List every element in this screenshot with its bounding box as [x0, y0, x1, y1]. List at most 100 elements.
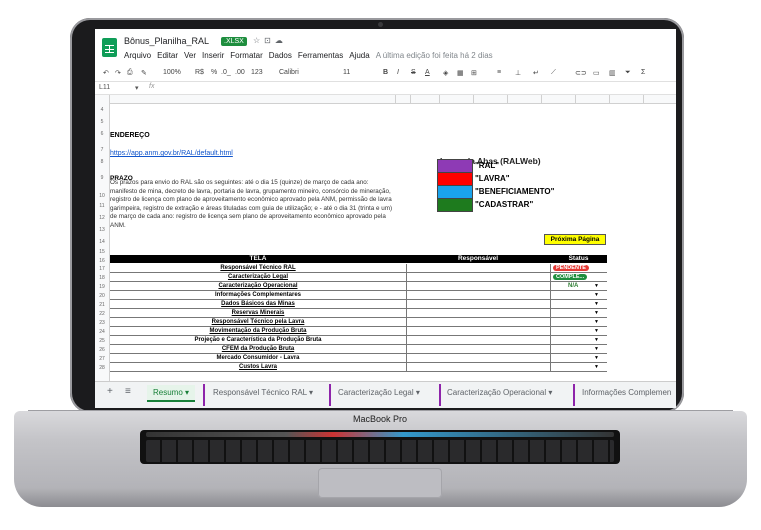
name-box-dropdown-icon[interactable]: ▾ — [135, 84, 139, 92]
comment-icon[interactable]: ▭ — [593, 69, 600, 77]
cloud-icon[interactable]: ☁ — [275, 36, 287, 45]
row-number[interactable]: 7 — [95, 147, 109, 153]
menu-dados[interactable]: Dados — [269, 51, 292, 60]
row-number[interactable]: 12 — [95, 215, 109, 221]
zoom-select[interactable]: 100% — [163, 69, 181, 76]
status-chip-completo[interactable]: COMPLE... — [553, 274, 588, 280]
ral-url-link[interactable]: https://app.anm.gov.br/RAL/default.html — [110, 150, 233, 157]
tab-caracterizacao-operacional[interactable]: Caracterização Operacional ▾ — [447, 388, 552, 397]
tela-link[interactable]: Custos Lavra — [110, 363, 406, 371]
tela-link[interactable]: Movimentação da Produção Bruta — [110, 327, 406, 335]
merge-icon[interactable]: ⊞ — [471, 69, 477, 77]
row-number[interactable]: 19 — [95, 284, 109, 290]
link-icon[interactable]: ⊂⊃ — [575, 69, 587, 77]
row-number[interactable]: 9 — [95, 175, 109, 181]
font-select[interactable]: Calibri — [279, 69, 299, 76]
dropdown-icon[interactable]: ▼ — [594, 337, 599, 343]
tab-informacoes-complementares[interactable]: Informações Complemen — [582, 388, 671, 397]
row-number[interactable]: 8 — [95, 159, 109, 165]
last-edit-link[interactable]: A última edição foi feita há 2 dias — [376, 51, 493, 60]
dropdown-icon[interactable]: ▼ — [594, 355, 599, 361]
status-na[interactable]: N/A — [568, 282, 578, 290]
currency-button[interactable]: R$ — [195, 69, 204, 76]
menu-ajuda[interactable]: Ajuda — [349, 51, 369, 60]
dropdown-icon[interactable]: ▼ — [594, 346, 599, 352]
tela-link[interactable]: Caracterização Legal — [110, 273, 406, 281]
row-headers[interactable]: 4 5 6 7 8 9 10 11 12 13 14 15 16 17 18 1… — [95, 103, 110, 381]
functions-icon[interactable]: Σ — [641, 69, 645, 76]
percent-button[interactable]: % — [211, 69, 217, 76]
chevron-down-icon[interactable]: ▾ — [185, 388, 189, 397]
row-number[interactable]: 28 — [95, 365, 109, 371]
row-number[interactable]: 17 — [95, 266, 109, 272]
format-select[interactable]: 123 — [251, 69, 263, 76]
sheets-logo-icon[interactable] — [102, 38, 117, 57]
text-color-button[interactable]: A — [425, 69, 430, 76]
tela-link[interactable]: Responsável Técnico RAL — [110, 264, 406, 272]
dropdown-icon[interactable]: ▼ — [594, 283, 599, 289]
filter-icon[interactable]: ⏷ — [625, 69, 631, 77]
wrap-icon[interactable]: ↵ — [533, 69, 539, 77]
add-sheet-button[interactable]: + — [107, 386, 113, 397]
tela-link[interactable]: CFEM da Produção Bruta — [110, 345, 406, 353]
row-number[interactable]: 6 — [95, 131, 109, 137]
tela-link[interactable]: Dados Básicos das Minas — [110, 300, 406, 308]
row-number[interactable]: 24 — [95, 329, 109, 335]
valign-icon[interactable]: ⊥ — [515, 69, 521, 77]
font-size-select[interactable]: 11 — [343, 69, 350, 76]
increase-decimal-button[interactable]: .00 — [235, 69, 245, 76]
bold-button[interactable]: B — [383, 69, 388, 76]
dropdown-icon[interactable]: ▼ — [594, 319, 599, 325]
tab-resumo[interactable]: Resumo ▾ — [147, 385, 196, 402]
row-number[interactable]: 25 — [95, 338, 109, 344]
dropdown-icon[interactable]: ▼ — [594, 292, 599, 298]
row-number[interactable]: 20 — [95, 293, 109, 299]
dropdown-icon[interactable]: ▼ — [594, 274, 599, 280]
print-icon[interactable]: ⎙ — [127, 69, 133, 77]
tela-link[interactable]: Projeção e Característica da Produção Br… — [110, 336, 406, 344]
status-chip-pendente[interactable]: PENDENTE — [553, 265, 589, 271]
row-number[interactable]: 10 — [95, 193, 109, 199]
menu-inserir[interactable]: Inserir — [202, 51, 224, 60]
row-number[interactable]: 18 — [95, 275, 109, 281]
row-number[interactable]: 13 — [95, 227, 109, 233]
chart-icon[interactable]: ▥ — [609, 69, 616, 77]
decrease-decimal-button[interactable]: .0_ — [221, 69, 231, 76]
column-headers[interactable] — [95, 95, 676, 104]
fill-color-icon[interactable]: ◈ — [443, 69, 448, 77]
row-number[interactable]: 4 — [95, 107, 109, 113]
dropdown-icon[interactable]: ▼ — [594, 301, 599, 307]
tela-link[interactable]: Responsável Técnico pela Lavra — [110, 318, 406, 326]
move-icon[interactable]: ⊡ — [264, 36, 275, 45]
dropdown-icon[interactable]: ▼ — [594, 364, 599, 370]
tab-responsavel-tecnico-ral[interactable]: Responsável Técnico RAL ▾ — [213, 388, 313, 397]
menu-ferramentas[interactable]: Ferramentas — [298, 51, 343, 60]
tab-caracterizacao-legal[interactable]: Caracterização Legal ▾ — [338, 388, 420, 397]
document-title[interactable]: Bônus_Planilha_RAL — [124, 36, 209, 46]
row-number[interactable]: 22 — [95, 311, 109, 317]
align-icon[interactable]: ≡ — [497, 69, 501, 76]
row-number[interactable]: 11 — [95, 203, 109, 209]
undo-icon[interactable]: ↶ — [103, 69, 109, 77]
dropdown-icon[interactable]: ▼ — [594, 310, 599, 316]
row-number[interactable]: 16 — [95, 258, 109, 264]
row-number[interactable]: 27 — [95, 356, 109, 362]
redo-icon[interactable]: ↷ — [115, 69, 121, 77]
all-sheets-button[interactable]: ≡ — [125, 386, 131, 397]
borders-icon[interactable]: ▦ — [457, 69, 464, 77]
tela-link[interactable]: Mercado Consumidor - Lavra — [110, 354, 406, 362]
menu-editar[interactable]: Editar — [157, 51, 178, 60]
tela-link[interactable]: Reservas Minerais — [110, 309, 406, 317]
row-number[interactable]: 21 — [95, 302, 109, 308]
rotate-icon[interactable]: ⟋ — [551, 69, 556, 77]
tela-link[interactable]: Caracterização Operacional — [110, 282, 406, 290]
title-actions[interactable]: ☆⊡☁ — [253, 36, 287, 45]
dropdown-icon[interactable]: ▼ — [594, 265, 599, 271]
row-number[interactable]: 23 — [95, 320, 109, 326]
strikethrough-button[interactable]: S — [411, 69, 416, 76]
row-number[interactable]: 14 — [95, 239, 109, 245]
next-page-button[interactable]: Próxima Página — [544, 234, 606, 245]
italic-button[interactable]: I — [397, 69, 399, 76]
row-number[interactable]: 15 — [95, 249, 109, 255]
menu-arquivo[interactable]: Arquivo — [124, 51, 151, 60]
